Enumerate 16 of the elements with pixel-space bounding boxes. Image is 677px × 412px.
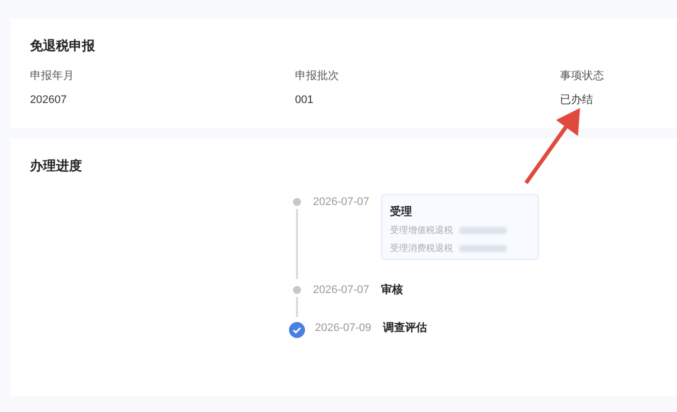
- step-name: 受理: [390, 204, 413, 220]
- step-date: 2026-07-07: [313, 282, 370, 298]
- step-name: 审核: [381, 282, 403, 298]
- section-title: 办理进度: [30, 157, 83, 175]
- field-value: 001: [295, 93, 314, 108]
- field-label: 申报年月: [30, 68, 75, 84]
- step-detail: 受理增值税退税: [390, 224, 453, 237]
- field-label: 申报批次: [295, 68, 340, 84]
- step-date: 2026-07-07: [313, 194, 370, 210]
- field-value: 202607: [30, 93, 68, 108]
- step-name: 调查评估: [383, 320, 427, 336]
- section-title: 免退税申报: [30, 37, 96, 55]
- field-value: 已办结: [560, 93, 594, 108]
- step-date: 2026-07-09: [315, 321, 372, 336]
- field-label: 事项状态: [560, 68, 605, 84]
- step-detail: 受理消费税退税: [390, 242, 453, 254]
